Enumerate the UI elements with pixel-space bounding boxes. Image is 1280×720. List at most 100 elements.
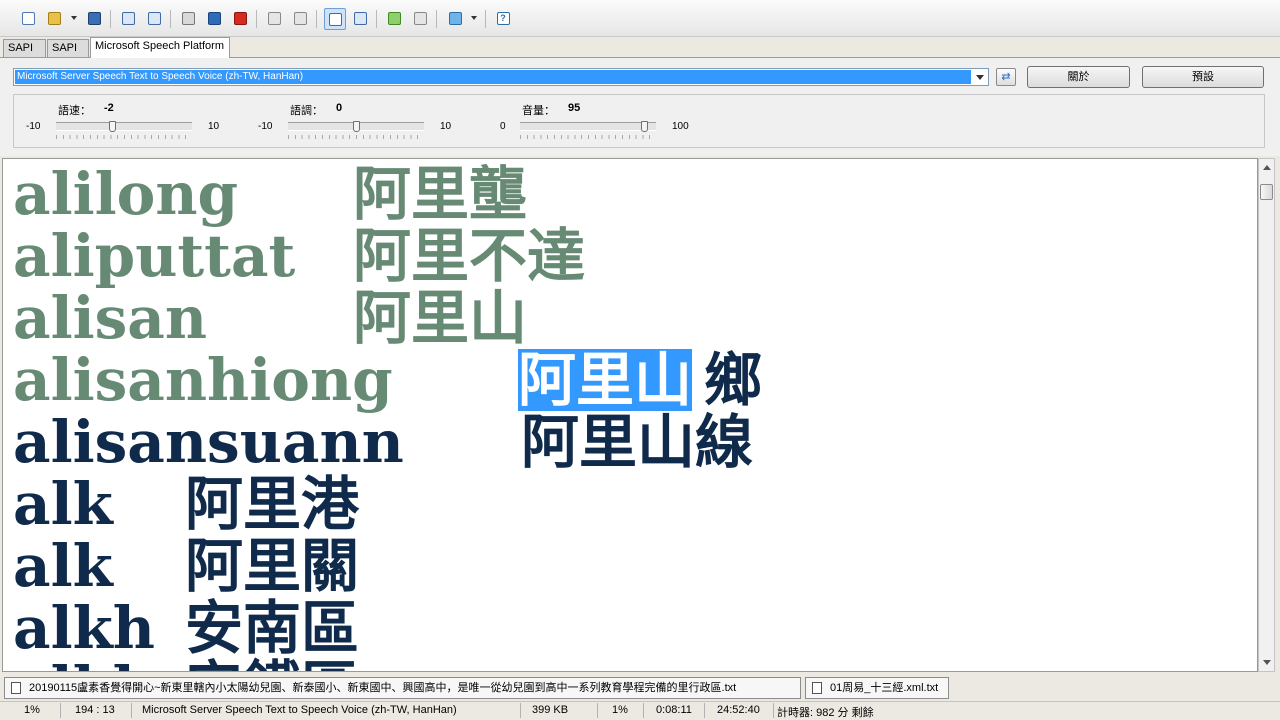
- toolbar-separator: [256, 10, 257, 28]
- scroll-down-icon[interactable]: [1263, 660, 1271, 665]
- text-editor[interactable]: alilong 阿里壟 aliputtat 阿里不達 alisan 阿里山 al…: [2, 158, 1258, 672]
- pause-icon[interactable]: [205, 9, 223, 27]
- merge-icon[interactable]: [291, 9, 309, 27]
- status-elapsed-time: 0:08:11: [656, 704, 692, 716]
- hanzi-text: 阿里關: [185, 532, 360, 600]
- save-icon[interactable]: [85, 9, 103, 27]
- about-button[interactable]: 關於: [1027, 66, 1130, 88]
- rate-max: 10: [208, 121, 220, 132]
- hanzi-text: 阿里港: [185, 470, 360, 538]
- rate-slider-thumb[interactable]: [108, 121, 116, 132]
- open-folder-icon[interactable]: [45, 9, 63, 27]
- status-separator: [520, 703, 521, 718]
- refresh-icon: ⇄: [1001, 71, 1011, 83]
- main-toolbar: ?: [0, 0, 1280, 37]
- romanization-text: alk: [13, 532, 113, 600]
- status-progress-right: 1%: [612, 704, 628, 716]
- rate-label: 語速：: [58, 105, 91, 117]
- status-separator: [773, 703, 774, 718]
- rate-value: -2: [104, 102, 114, 114]
- romanization-text: alkh: [13, 657, 155, 671]
- volume-min: 0: [500, 121, 506, 132]
- rate-slider-track[interactable]: [56, 122, 192, 131]
- status-separator: [704, 703, 705, 718]
- editor-vertical-scrollbar[interactable]: [1258, 158, 1275, 672]
- scrollbar-thumb[interactable]: [1260, 184, 1273, 200]
- hanzi-text: 阿里山線: [521, 408, 754, 476]
- volume-label: 音量：: [522, 105, 555, 117]
- selected-text-highlight: 阿里山: [518, 346, 693, 414]
- hanzi-text: 鄉: [704, 346, 763, 414]
- audio-output-dropdown-caret[interactable]: [471, 16, 477, 20]
- tab-sapi4[interactable]: SAPI 4: [3, 39, 46, 71]
- document-tab-label: 20190115盧素香覺得開心~新東里轄內小太陽幼兒園、新泰國小、新東國中、興國…: [29, 682, 737, 694]
- read-mode-icon[interactable]: [351, 9, 369, 27]
- default-button[interactable]: 預設: [1142, 66, 1264, 88]
- chevron-down-icon[interactable]: [976, 75, 984, 80]
- romanization-text: alisan: [13, 284, 208, 352]
- status-progress-left: 1%: [24, 704, 40, 716]
- new-file-icon[interactable]: [19, 9, 37, 27]
- voice-select-value: Microsoft Server Speech Text to Speech V…: [15, 70, 971, 84]
- status-remaining-time: 24:52:40: [717, 704, 760, 716]
- volume-slider-thumb[interactable]: [640, 121, 648, 132]
- export-icon[interactable]: [385, 9, 403, 27]
- slider-group: [13, 94, 1265, 148]
- text-file-icon: [812, 682, 822, 694]
- romanization-text: aliputtat: [13, 222, 296, 290]
- pitch-max: 10: [440, 121, 452, 132]
- play-icon[interactable]: [179, 9, 197, 27]
- hanzi-text: 阿里不達: [353, 222, 586, 290]
- status-separator: [131, 703, 132, 718]
- refresh-voices-button[interactable]: ⇄: [996, 68, 1016, 86]
- romanization-text: alisanhiong: [13, 346, 393, 414]
- split-icon[interactable]: [265, 9, 283, 27]
- scroll-up-icon[interactable]: [1263, 165, 1271, 170]
- batch-convert-icon[interactable]: [145, 9, 163, 27]
- romanization-text: alilong: [13, 160, 239, 228]
- help-icon[interactable]: ?: [494, 9, 512, 27]
- status-separator: [643, 703, 644, 718]
- toolbar-separator: [436, 10, 437, 28]
- pitch-slider-ticks: [288, 135, 424, 139]
- status-file-size: 399 KB: [532, 704, 569, 716]
- volume-max: 100: [672, 121, 689, 132]
- toolbar-separator: [316, 10, 317, 28]
- open-dropdown-caret[interactable]: [71, 16, 77, 20]
- text-file-icon: [11, 682, 21, 694]
- hanzi-text: 安南區: [185, 594, 360, 662]
- status-cursor-position: 194 : 13: [75, 704, 115, 716]
- romanization-text: alk: [13, 470, 113, 538]
- status-voice: Microsoft Server Speech Text to Speech V…: [142, 704, 457, 716]
- hanzi-text: 阿里壟: [353, 160, 528, 228]
- import-icon[interactable]: [411, 9, 429, 27]
- toolbar-separator: [485, 10, 486, 28]
- pitch-min: -10: [258, 121, 273, 132]
- hanzi-text: 阿里山: [353, 284, 528, 352]
- document-tab[interactable]: 01周易_十三經.xml.txt: [805, 677, 949, 699]
- tab-microsoft-speech-platform[interactable]: Microsoft Speech Platform: [90, 37, 230, 58]
- status-timer: 計時器: 982 分 剩餘: [777, 707, 874, 719]
- rate-slider-ticks: [56, 135, 192, 139]
- convert-icon[interactable]: [119, 9, 137, 27]
- pitch-slider-thumb[interactable]: [353, 121, 360, 132]
- voice-select[interactable]: Microsoft Server Speech Text to Speech V…: [13, 68, 989, 86]
- volume-slider-track[interactable]: [520, 122, 656, 131]
- stop-icon[interactable]: [231, 9, 249, 27]
- document-tab[interactable]: 20190115盧素香覺得開心~新東里轄內小太陽幼兒園、新泰國小、新東國中、興國…: [4, 677, 801, 699]
- text-view-icon[interactable]: [324, 8, 346, 30]
- status-separator: [60, 703, 61, 718]
- volume-value: 95: [568, 102, 581, 114]
- toolbar-separator: [110, 10, 111, 28]
- tab-sapi5[interactable]: SAPI 5: [47, 39, 89, 71]
- status-separator: [597, 703, 598, 718]
- audio-output-icon[interactable]: [446, 9, 464, 27]
- toolbar-separator: [376, 10, 377, 28]
- pitch-label: 語調：: [290, 105, 323, 117]
- romanization-text: alkh: [13, 594, 155, 662]
- hanzi-text: 安鐵區: [185, 657, 359, 671]
- pitch-value: 0: [336, 102, 343, 114]
- romanization-text: alisansuann: [13, 408, 404, 476]
- rate-min: -10: [26, 121, 41, 132]
- toolbar-separator: [170, 10, 171, 28]
